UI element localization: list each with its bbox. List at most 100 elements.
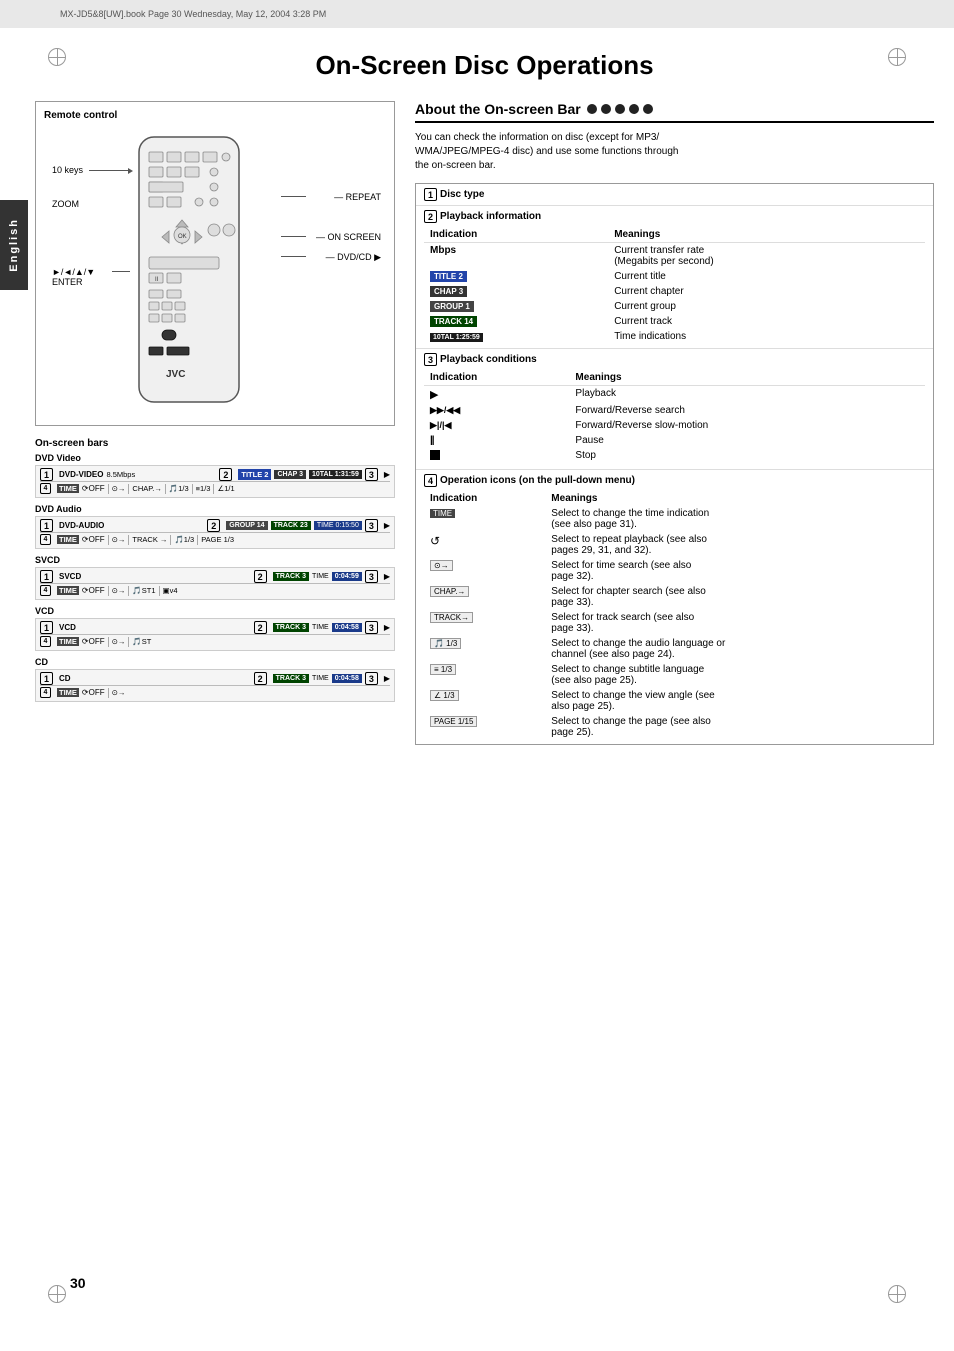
play-icon-dvd: ▶ bbox=[384, 470, 390, 479]
meaning-title: Current title bbox=[608, 269, 925, 284]
arrow-dvdcd bbox=[281, 256, 306, 257]
right-column: About the On-screen Bar You can check th… bbox=[415, 101, 934, 753]
sub-lang: ≡1/3 bbox=[196, 484, 211, 493]
label-onscreen: — ON SCREEN bbox=[316, 232, 381, 242]
page-op-badge: PAGE 1/15 bbox=[430, 716, 477, 727]
sep3 bbox=[165, 484, 166, 494]
arrow-repeat bbox=[281, 196, 306, 197]
indication-pause: || bbox=[424, 433, 569, 448]
dvd-video-label: DVD Video bbox=[35, 453, 395, 463]
table-row: Mbps Current transfer rate(Megabits per … bbox=[424, 243, 925, 270]
snum-1-dvd: 1 bbox=[40, 468, 53, 481]
play-icon-dvda: ▶ bbox=[384, 521, 390, 530]
cd-top-left: 1 CD bbox=[40, 672, 71, 685]
table-row: ⊙→ Select for time search (see alsopage … bbox=[424, 558, 925, 584]
cd-time-label: TIME bbox=[312, 675, 329, 682]
table-row: ∠ 1/3 Select to change the view angle (s… bbox=[424, 688, 925, 714]
table-row: CHAP 3 Current chapter bbox=[424, 284, 925, 299]
dot-5 bbox=[643, 104, 653, 114]
dvd-video-top-right: 2 TITLE 2 CHAP 3 10TAL 1:31:59 3 ▶ bbox=[219, 468, 390, 481]
svcd-bottom: 4 TIME ⟳OFF ⊙→ 🎵ST1 ▣v4 bbox=[40, 584, 390, 597]
arrow-onscreen bbox=[281, 236, 306, 237]
th-meanings-4: Meanings bbox=[545, 491, 925, 506]
table-row: PAGE 1/15 Select to change the page (see… bbox=[424, 714, 925, 740]
snum-2-svcd: 2 bbox=[254, 570, 267, 583]
svg-text:OK: OK bbox=[178, 234, 187, 240]
info-box: 1 Disc type 2 Playback information Indic… bbox=[415, 183, 934, 745]
indication-tracksearch: TRACK→ bbox=[424, 610, 545, 636]
meaning-time-op: Select to change the time indication(see… bbox=[545, 506, 925, 532]
svcd-type: SVCD bbox=[59, 572, 81, 581]
table-row: TIME Select to change the time indicatio… bbox=[424, 506, 925, 532]
page-title: On-Screen Disc Operations bbox=[35, 50, 934, 81]
bars-section: On-screen bars DVD Video 1 DVD-VIDEO 8.5… bbox=[35, 438, 395, 702]
play-icon-cd: ▶ bbox=[384, 674, 390, 683]
cd-label: CD bbox=[35, 657, 395, 667]
bars-title: On-screen bars bbox=[35, 438, 395, 449]
play-icon-svcd: ▶ bbox=[384, 572, 390, 581]
indication-group1: GROUP 1 bbox=[424, 299, 608, 314]
svg-text:II: II bbox=[155, 277, 159, 283]
indication-total: 10TAL 1:25:59 bbox=[424, 329, 608, 344]
repeat-btn-dvda: ⟳OFF bbox=[82, 535, 105, 544]
repeat-btn-cd: ⟳OFF bbox=[82, 688, 105, 697]
sep-cd-1 bbox=[108, 688, 109, 698]
table-row: GROUP 1 Current group bbox=[424, 299, 925, 314]
table-row: TRACK 14 Current track bbox=[424, 314, 925, 329]
label-repeat: — REPEAT bbox=[334, 192, 381, 202]
dvd-audio-bottom: 4 TIME ⟳OFF ⊙→ TRACK → 🎵1/3 PAGE 1/3 bbox=[40, 533, 390, 546]
snum-playback-info: 2 bbox=[424, 210, 437, 223]
snum-2-cd: 2 bbox=[254, 672, 267, 685]
remote-section: Remote control 10 keys ZOOM ►/◄/▲/▼ENTER bbox=[35, 101, 395, 426]
audio-ch-op-badge: 🎵 1/3 bbox=[430, 638, 461, 649]
label-zoom: ZOOM bbox=[52, 199, 79, 209]
th-indication-2: Indication bbox=[424, 227, 608, 243]
sidebar-tab: English bbox=[0, 200, 28, 290]
vcd-time-val: 0:04:58 bbox=[332, 623, 362, 632]
sep-svcd-3 bbox=[159, 586, 160, 596]
label-dvdcd: — DVD/CD ▶ bbox=[326, 252, 381, 263]
dvd-video-bottom: 4 TIME ⟳OFF ⊙→ CHAP.→ 🎵1/3 ≡1/3 bbox=[40, 482, 390, 495]
meaning-angle: Select to change the view angle (seealso… bbox=[545, 688, 925, 714]
title-badge: TITLE 2 bbox=[238, 469, 271, 480]
snum-3-cd: 3 bbox=[365, 672, 378, 685]
table-row: ≡ 1/3 Select to change subtitle language… bbox=[424, 662, 925, 688]
dvd-audio-type: DVD-AUDIO bbox=[59, 521, 104, 530]
snum-4-svcd: 4 bbox=[40, 585, 51, 596]
time-btn-dvda: TIME bbox=[57, 535, 79, 544]
section4-header: 4 Operation icons (on the pull-down menu… bbox=[424, 474, 925, 487]
svcd-top-right: 2 TRACK 3 TIME 0:04:59 3 ▶ bbox=[254, 570, 390, 583]
table-row: ▶ Playback bbox=[424, 386, 925, 404]
chap-badge: CHAP 3 bbox=[274, 470, 306, 479]
indication-play: ▶ bbox=[424, 386, 569, 404]
dvd-video-mbps: 8.5Mbps bbox=[106, 470, 135, 479]
sep-vcd-1 bbox=[108, 637, 109, 647]
snum-4-dvd: 4 bbox=[40, 483, 51, 494]
section3-header: 3 Playback conditions bbox=[424, 353, 925, 366]
table-row: TRACK→ Select for track search (see also… bbox=[424, 610, 925, 636]
tracksearch-op-badge: TRACK→ bbox=[430, 612, 473, 623]
table-row: CHAP.→ Select for chapter search (see al… bbox=[424, 584, 925, 610]
info-section-4: 4 Operation icons (on the pull-down menu… bbox=[416, 470, 933, 744]
play-icon-vcd: ▶ bbox=[384, 623, 390, 632]
snum-1-vcd: 1 bbox=[40, 621, 53, 634]
cd-type: CD bbox=[59, 674, 71, 683]
sep5 bbox=[213, 484, 214, 494]
section-title: About the On-screen Bar bbox=[415, 101, 934, 123]
track-badge: TRACK 23 bbox=[271, 521, 311, 530]
snum-4-cd: 4 bbox=[40, 687, 51, 698]
left-column: Remote control 10 keys ZOOM ►/◄/▲/▼ENTER bbox=[35, 101, 395, 708]
table-row: TITLE 2 Current title bbox=[424, 269, 925, 284]
dvd-audio-top-left: 1 DVD-AUDIO bbox=[40, 519, 104, 532]
svcd-time-val: 0:04:59 bbox=[332, 572, 362, 581]
time-btn: TIME bbox=[57, 484, 79, 493]
meaning-tracksearch: Select for track search (see alsopage 33… bbox=[545, 610, 925, 636]
op-icons-title: Operation icons (on the pull-down menu) bbox=[440, 475, 635, 486]
indication-page: PAGE 1/15 bbox=[424, 714, 545, 740]
top-bar-text: MX-JD5&8[UW].book Page 30 Wednesday, May… bbox=[60, 9, 326, 19]
dot-3 bbox=[615, 104, 625, 114]
st1-svcd: 🎵ST1 bbox=[132, 586, 155, 595]
sep-dvda-4 bbox=[197, 535, 198, 545]
top-bar: MX-JD5&8[UW].book Page 30 Wednesday, May… bbox=[0, 0, 954, 28]
snum-playback-cond: 3 bbox=[424, 353, 437, 366]
